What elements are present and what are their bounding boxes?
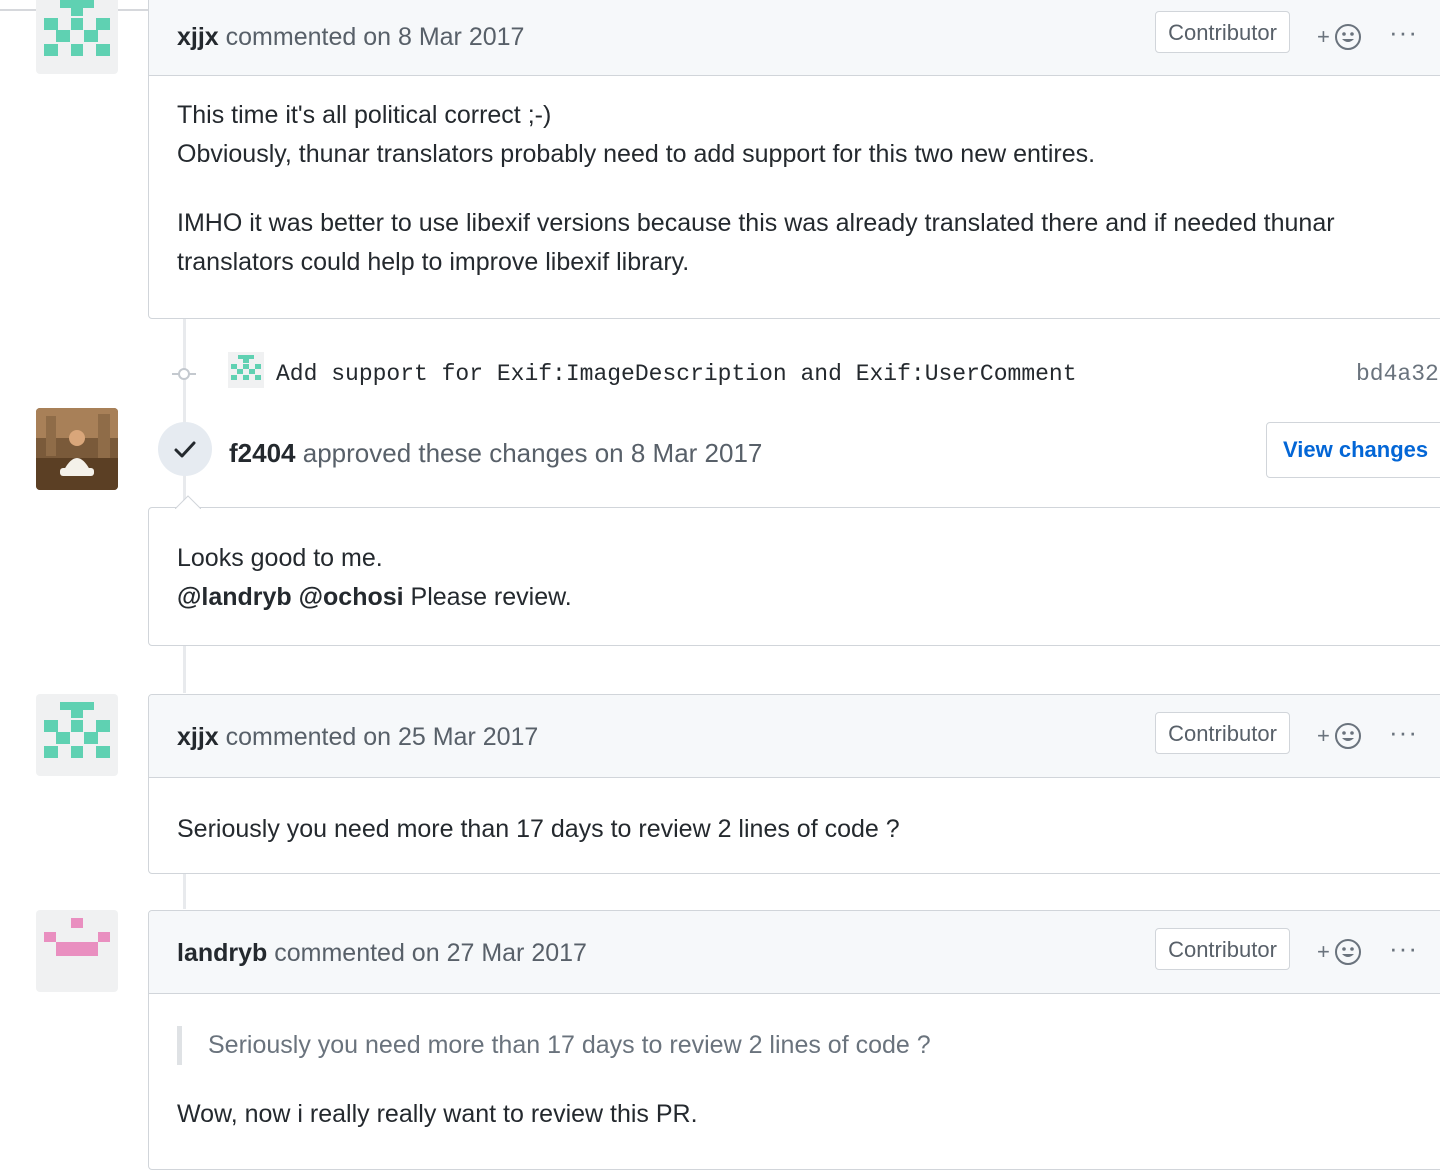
commit-sha-link[interactable]: bd4a326 [1356,361,1440,387]
comment-author[interactable]: landryb [177,939,267,967]
comment-timestamp[interactable]: commented on 27 Mar 2017 [274,939,587,967]
comment-header: xjjx commented on 8 Mar 2017 Contributor… [149,0,1440,76]
review-text: Looks good to me. [177,544,383,572]
review-timestamp[interactable]: approved these changes on 8 Mar 2017 [303,438,763,468]
view-changes-button[interactable]: View changes [1266,422,1440,478]
avatar-xjjx[interactable] [36,694,118,776]
plus-icon: + [1317,24,1330,49]
comment-text: translators could help to improve libexi… [177,248,690,276]
more-options-icon[interactable]: ··· [1389,17,1418,48]
blockquote: Seriously you need more than 17 days to … [177,1026,1419,1065]
comment-author[interactable]: xjjx [177,23,219,51]
commit-author-avatar[interactable] [228,352,264,388]
approved-badge [158,422,212,476]
comment-body: This time it's all political correct ;-)… [149,76,1440,282]
mention-link[interactable]: @landryb [177,583,292,611]
comment-byline: xjjx commented on 8 Mar 2017 [177,23,524,52]
caret-icon [175,495,201,509]
comment-byline: xjjx commented on 25 Mar 2017 [177,723,538,752]
comment-byline: landryb commented on 27 Mar 2017 [177,939,587,968]
add-reaction-button[interactable]: + [1317,936,1369,968]
commit-node-icon [172,368,196,380]
comment-body: Seriously you need more than 17 days to … [149,778,1440,849]
comment-header: landryb commented on 27 Mar 2017 Contrib… [149,911,1440,994]
review-byline: f2404 approved these changes on 8 Mar 20… [229,438,762,469]
avatar-landryb[interactable] [36,910,118,992]
review-text-mentions: @landryb @ochosi Please review. [177,578,1419,617]
comment-text: IMHO it was better to use libexif versio… [177,209,1335,237]
plus-icon: + [1317,723,1330,748]
comment-text: Seriously you need more than 17 days to … [177,815,900,843]
review-author[interactable]: f2404 [229,438,296,468]
contributor-badge: Contributor [1155,928,1290,970]
comment-header: xjjx commented on 25 Mar 2017 Contributo… [149,695,1440,778]
smiley-icon [1335,939,1361,965]
smiley-icon [1335,723,1361,749]
comment-card: xjjx commented on 8 Mar 2017 Contributor… [148,0,1440,319]
comment-timestamp[interactable]: commented on 8 Mar 2017 [226,23,525,51]
more-options-icon[interactable]: ··· [1389,717,1418,748]
add-reaction-button[interactable]: + [1317,720,1369,752]
smiley-icon [1335,24,1361,50]
comment-timestamp[interactable]: commented on 25 Mar 2017 [226,723,539,751]
comment-text: This time it's all political correct ;-) [177,101,552,129]
comment-card: xjjx commented on 25 Mar 2017 Contributo… [148,694,1440,874]
timeline-rail [183,645,186,693]
comment-text: Wow, now i really really want to review … [177,1100,698,1128]
mention-link[interactable]: @ochosi [299,583,404,611]
add-reaction-button[interactable]: + [1317,21,1369,53]
timeline-rail [183,873,186,909]
check-icon [174,441,196,458]
review-comment-card: Looks good to me. @landryb @ochosi Pleas… [148,495,1440,646]
more-options-icon[interactable]: ··· [1389,933,1418,964]
commit-row: Add support for Exif:ImageDescription an… [150,352,1440,397]
comment-text: Obviously, thunar translators probably n… [177,140,1096,168]
avatar-f2404[interactable] [36,408,118,490]
comment-body: Seriously you need more than 17 days to … [149,994,1440,1134]
contributor-badge: Contributor [1155,712,1290,754]
commit-message-link[interactable]: Add support for Exif:ImageDescription an… [276,361,1077,387]
review-text: Please review. [410,583,572,611]
review-event: f2404 approved these changes on 8 Mar 20… [0,408,1440,503]
avatar-xjjx[interactable] [36,0,118,74]
contributor-badge: Contributor [1155,11,1290,53]
comment-card: landryb commented on 27 Mar 2017 Contrib… [148,910,1440,1170]
plus-icon: + [1317,939,1330,964]
review-body: Looks good to me. @landryb @ochosi Pleas… [149,508,1440,617]
comment-author[interactable]: xjjx [177,723,219,751]
